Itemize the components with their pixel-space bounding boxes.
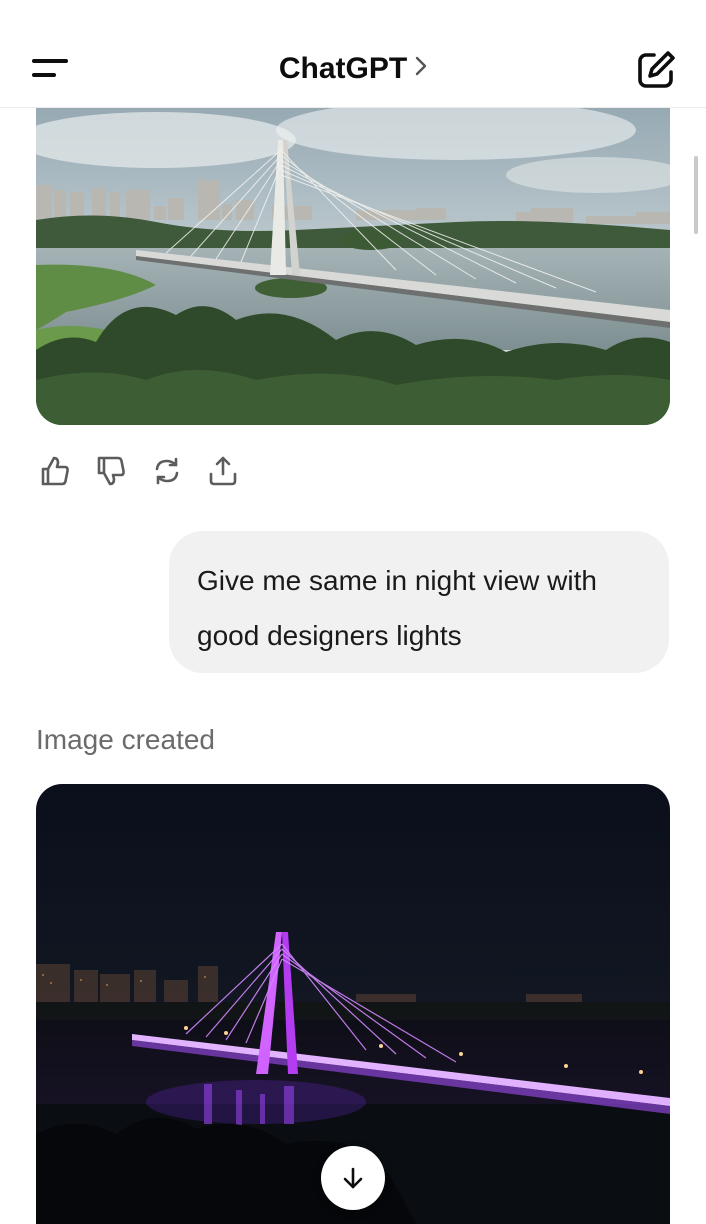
chevron-right-icon <box>415 50 427 84</box>
thumbs-up-icon <box>41 456 69 486</box>
app-title: ChatGPT <box>278 52 408 85</box>
regenerate-icon <box>155 457 179 485</box>
regenerate-button[interactable] <box>150 454 184 488</box>
user-message-bubble: Give me same in night view with good des… <box>169 531 669 673</box>
message-actions <box>38 454 240 488</box>
top-bar: ChatGPT <box>0 0 706 108</box>
thumbs-down-button[interactable] <box>94 454 128 488</box>
thumbs-up-button[interactable] <box>38 454 72 488</box>
new-chat-edit-icon <box>638 51 675 88</box>
share-icon <box>209 456 237 486</box>
arrow-down-icon <box>343 1167 363 1189</box>
thumbs-down-icon <box>97 456 125 486</box>
share-button[interactable] <box>206 454 240 488</box>
model-selector[interactable]: ChatGPT <box>0 50 706 86</box>
generated-image-day[interactable] <box>36 80 670 425</box>
image-created-status: Image created <box>36 724 215 755</box>
scrollbar[interactable] <box>694 156 698 234</box>
user-message-text: Give me same in night view with good des… <box>197 565 597 651</box>
new-chat-button[interactable] <box>634 48 678 92</box>
scroll-down-button[interactable] <box>321 1146 385 1210</box>
